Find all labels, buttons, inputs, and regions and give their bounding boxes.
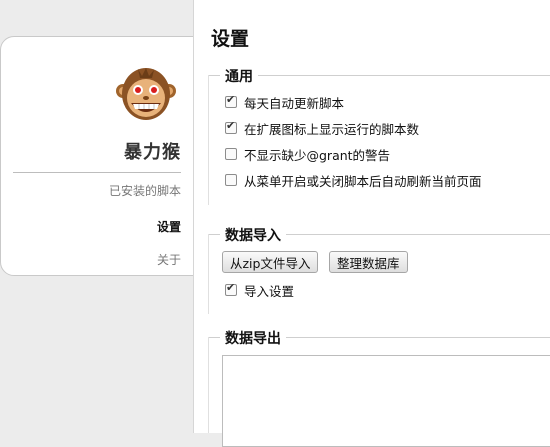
option-import-settings[interactable]: 导入设置	[225, 281, 295, 299]
sidebar-divider	[13, 172, 181, 173]
import-zip-button[interactable]: 从zip文件导入	[222, 251, 319, 273]
option-auto-reload[interactable]: 从菜单开启或关闭脚本后自动刷新当前页面	[225, 172, 482, 189]
nav-settings[interactable]: 设置	[157, 218, 181, 235]
export-legend: 数据导出	[220, 328, 286, 348]
settings-panel: 设置 通用 每天自动更新脚本 在扩展图标上显示运行的脚本数 不显示缺少@gran…	[193, 0, 550, 447]
show-badge-label: 在扩展图标上显示运行的脚本数	[244, 121, 420, 137]
nav-installed-scripts[interactable]: 已安装的脚本	[109, 182, 181, 199]
auto-update-label: 每天自动更新脚本	[244, 95, 345, 111]
option-show-badge[interactable]: 在扩展图标上显示运行的脚本数	[225, 119, 420, 137]
show-badge-checkbox[interactable]	[225, 119, 237, 134]
export-fieldset-side	[208, 337, 209, 433]
import-legend: 数据导入	[220, 225, 286, 245]
nav-about[interactable]: 关于	[157, 251, 181, 268]
monkey-logo-icon	[116, 68, 176, 120]
import-settings-label: 导入设置	[244, 283, 295, 299]
option-ignore-grant[interactable]: 不显示缺少@grant的警告	[225, 146, 391, 163]
export-textarea[interactable]	[222, 355, 550, 447]
page-title: 设置	[211, 28, 250, 50]
general-legend: 通用	[220, 66, 258, 86]
auto-reload-label: 从菜单开启或关闭脚本后自动刷新当前页面	[244, 173, 482, 189]
general-fieldset-border	[208, 75, 550, 76]
general-fieldset-side	[208, 75, 209, 205]
ignore-grant-checkbox[interactable]	[225, 148, 237, 160]
auto-update-checkbox[interactable]	[225, 93, 237, 108]
sidebar: 暴力猴 已安装的脚本 设置 关于	[0, 36, 210, 276]
auto-reload-checkbox[interactable]	[225, 174, 237, 186]
app-name: 暴力猴	[124, 142, 181, 163]
option-auto-update[interactable]: 每天自动更新脚本	[225, 93, 345, 111]
import-settings-checkbox[interactable]	[225, 281, 237, 296]
import-fieldset-side	[208, 234, 209, 314]
ignore-grant-label: 不显示缺少@grant的警告	[244, 147, 391, 163]
vacuum-db-button[interactable]: 整理数据库	[329, 251, 408, 273]
